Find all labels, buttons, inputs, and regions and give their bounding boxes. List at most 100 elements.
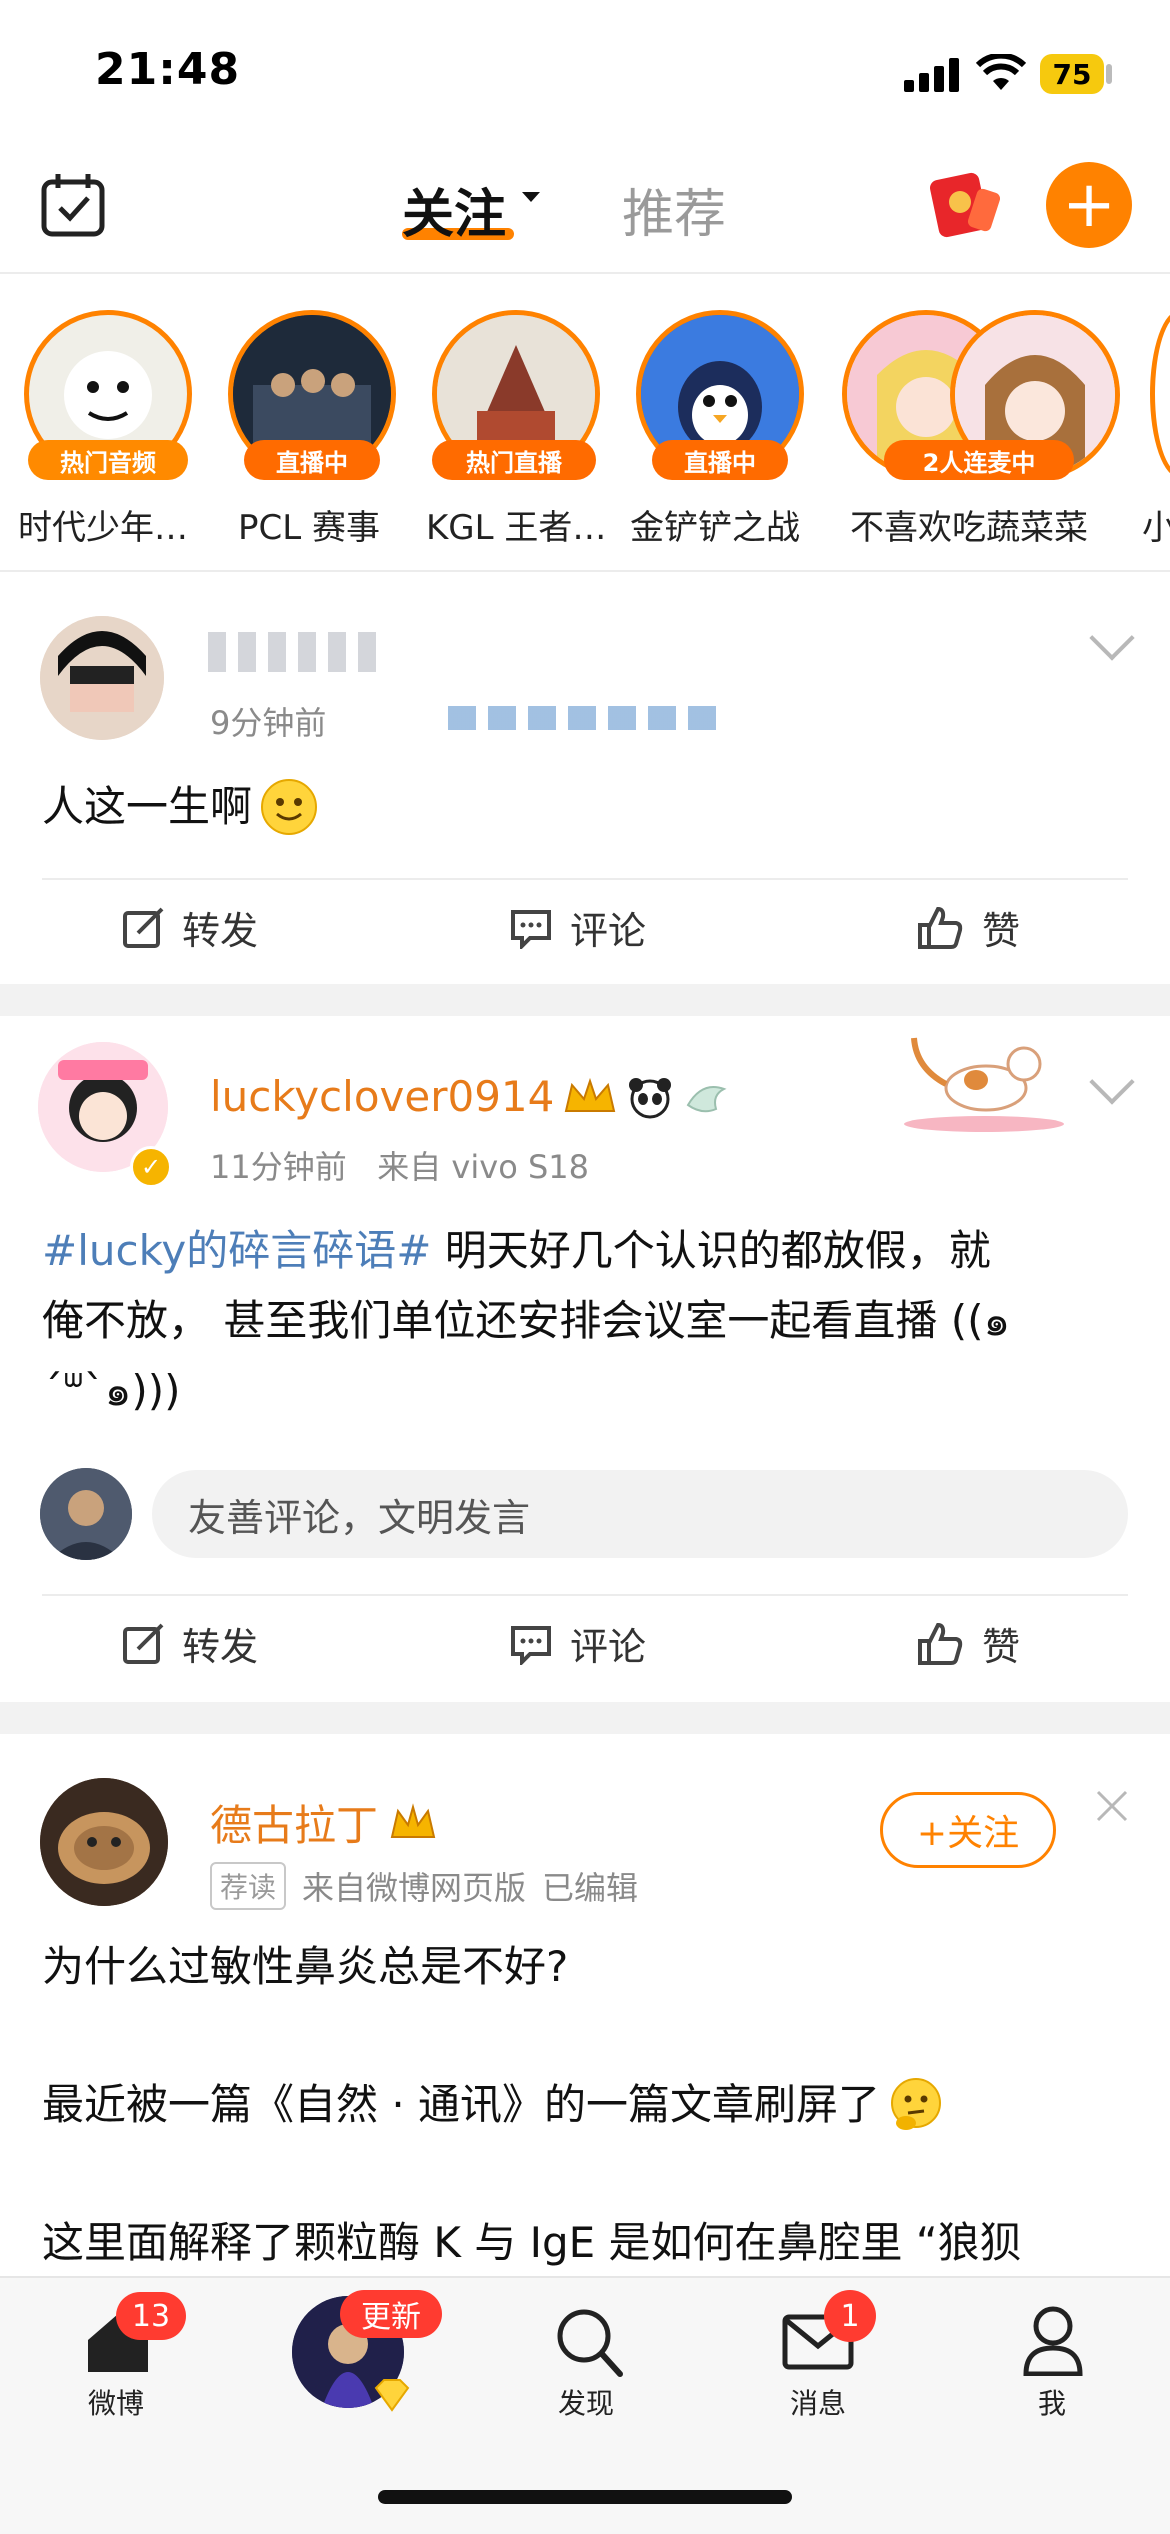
like-icon [918, 906, 963, 949]
post2-action-divider [42, 1594, 1128, 1596]
post3-line2: 最近被一篇《自然 · 通讯》的一篇文章刷屏了 [42, 2080, 881, 2129]
verified-badge-icon: ✓ [130, 1146, 172, 1188]
battery-tip [1106, 64, 1112, 84]
follow-button[interactable]: +关注 [880, 1792, 1056, 1868]
stories-divider [0, 570, 1170, 572]
thinking-emoji-icon [891, 2078, 942, 2130]
post3-source[interactable]: 来自微博网页版 [302, 1863, 526, 1909]
story-badge-3: 热门直播 [432, 440, 596, 480]
post1-avatar[interactable] [40, 616, 164, 740]
story-label-6: 小 [1142, 508, 1170, 548]
tab-me[interactable]: 我 [982, 2300, 1122, 2430]
post2-username-row: luckyclover0914 [210, 1072, 730, 1121]
post2-text-line3: ˊᐜˋ๑))) [42, 1366, 181, 1415]
recommend-tag: 荐读 [210, 1862, 287, 1910]
chevron-down-icon[interactable] [522, 192, 540, 202]
story-badge-1: 热门音频 [28, 440, 188, 480]
compose-button[interactable]: + [1046, 162, 1132, 248]
story-badge-5: 2人连麦中 [884, 440, 1074, 480]
search-icon [557, 2309, 623, 2377]
post2-username[interactable]: luckyclover0914 [210, 1072, 554, 1121]
post3-username-row: 德古拉丁 [210, 1792, 438, 1853]
post2-comment-button[interactable]: 评论 [510, 1616, 646, 1671]
battery-indicator: 75 [1040, 54, 1104, 94]
tab-discover[interactable]: 发现 [516, 2300, 656, 2430]
close-icon[interactable] [1094, 1788, 1130, 1824]
post1-time: 9分钟前 [210, 704, 327, 742]
post1-comment-button[interactable]: 评论 [510, 900, 646, 955]
cat-decoration-icon [904, 1037, 1064, 1132]
panda-icon [629, 1077, 672, 1118]
post1-repost-button[interactable]: 转发 [122, 900, 258, 955]
my-avatar[interactable] [40, 1468, 132, 1560]
messages-badge: 1 [824, 2290, 876, 2342]
post2-text: #lucky的碎言碎语# 明天好几个认识的都放假，就 俺不放， 甚至我们单位还安… [42, 1216, 1132, 1426]
tab-me-label: 我 [1037, 2387, 1066, 2420]
story-label-2: PCL 赛事 [238, 508, 380, 548]
comment-input-placeholder: 友善评论，文明发言 [188, 1495, 531, 1540]
home-badge: 13 [116, 2292, 186, 2340]
story-label-5: 不喜欢吃蔬菜菜 [850, 508, 1088, 548]
story-avatar-6[interactable] [1150, 310, 1170, 478]
follow-button-label: +关注 [916, 1813, 1020, 1854]
post3-line1: 为什么过敏性鼻炎总是不好? [42, 1942, 569, 1991]
tab-recommend[interactable]: 推荐 [622, 172, 726, 247]
post2-meta: 11分钟前 来自 vivo S18 [210, 1142, 589, 1188]
home-indicator[interactable] [378, 2490, 792, 2504]
post2-repost-button[interactable]: 转发 [122, 1616, 258, 1671]
like-icon [918, 1622, 963, 1665]
comment-icon [511, 1625, 551, 1665]
story-label-1: 时代少年… [18, 508, 188, 548]
post2-hashtag[interactable]: #lucky的碎言碎语# [42, 1226, 431, 1275]
post1-repost-label: 转发 [182, 909, 259, 953]
bird-icon [687, 1085, 727, 1112]
post3-avatar[interactable] [40, 1778, 168, 1906]
tab-messages-label: 消息 [789, 2387, 846, 2420]
tab-discover-label: 发现 [557, 2387, 614, 2420]
post2-like-button[interactable]: 赞 [916, 1616, 1020, 1671]
crown-icon [390, 1802, 436, 1838]
story-label-3: KGL 王者… [426, 508, 607, 548]
post2-source[interactable]: 来自 vivo S18 [377, 1148, 589, 1186]
post3-line2-row: 最近被一篇《自然 · 通讯》的一篇文章刷屏了 [42, 2070, 946, 2140]
post1-text-row: 人这一生啊 [42, 772, 318, 842]
status-time: 21:48 [95, 44, 241, 95]
red-envelope-icon[interactable] [924, 168, 1000, 240]
smile-emoji-icon [261, 779, 318, 835]
post2-repost-label: 转发 [182, 1625, 259, 1669]
crown-icon [565, 1077, 616, 1112]
post1-username-blurred[interactable] [208, 632, 378, 672]
tab-follow[interactable]: 关注 [402, 172, 506, 247]
post1-comment-label: 评论 [570, 909, 647, 953]
post2-text-line1: 明天好几个认识的都放假，就 [431, 1226, 991, 1275]
post3-username[interactable]: 德古拉丁 [210, 1792, 378, 1853]
comment-icon [511, 909, 551, 949]
user-icon [1023, 2306, 1083, 2376]
story-label-4: 金铲铲之战 [630, 508, 800, 548]
post1-text: 人这一生啊 [42, 782, 253, 831]
calendar-icon[interactable] [40, 172, 106, 238]
tab-home-label: 微博 [87, 2387, 144, 2420]
post2-text-line2: 俺不放， 甚至我们单位还安排会议室一起看直播 ((๑ [42, 1296, 1011, 1345]
signal-icon [904, 58, 959, 92]
post2-time: 11分钟前 [210, 1148, 347, 1186]
post1-chevron-down-icon[interactable] [1089, 615, 1135, 661]
repost-icon [123, 907, 164, 948]
post2-comment-label: 评论 [570, 1625, 647, 1669]
update-badge: 更新 [340, 2290, 442, 2338]
comment-input[interactable]: 友善评论，文明发言 [152, 1470, 1128, 1558]
repost-icon [123, 1623, 164, 1664]
post1-like-button[interactable]: 赞 [916, 900, 1020, 955]
diamond-icon [374, 2379, 410, 2412]
section-gap-1 [0, 984, 1170, 1016]
section-gap-2 [0, 1702, 1170, 1734]
header-divider [0, 272, 1170, 274]
post3-line3: 这里面解释了颗粒酶 K 与 IgE 是如何在鼻腔里 “狼狈 [42, 2218, 1022, 2267]
post1-source-blurred [448, 706, 728, 730]
post1-like-label: 赞 [982, 909, 1021, 953]
post2-chevron-down-icon[interactable] [1089, 1059, 1135, 1105]
post3-edited: 已编辑 [542, 1869, 639, 1907]
story-badge-4: 直播中 [652, 440, 788, 480]
post2-like-label: 赞 [982, 1625, 1021, 1669]
post3-meta: 荐读 来自微博网页版 已编辑 [210, 1862, 638, 1910]
